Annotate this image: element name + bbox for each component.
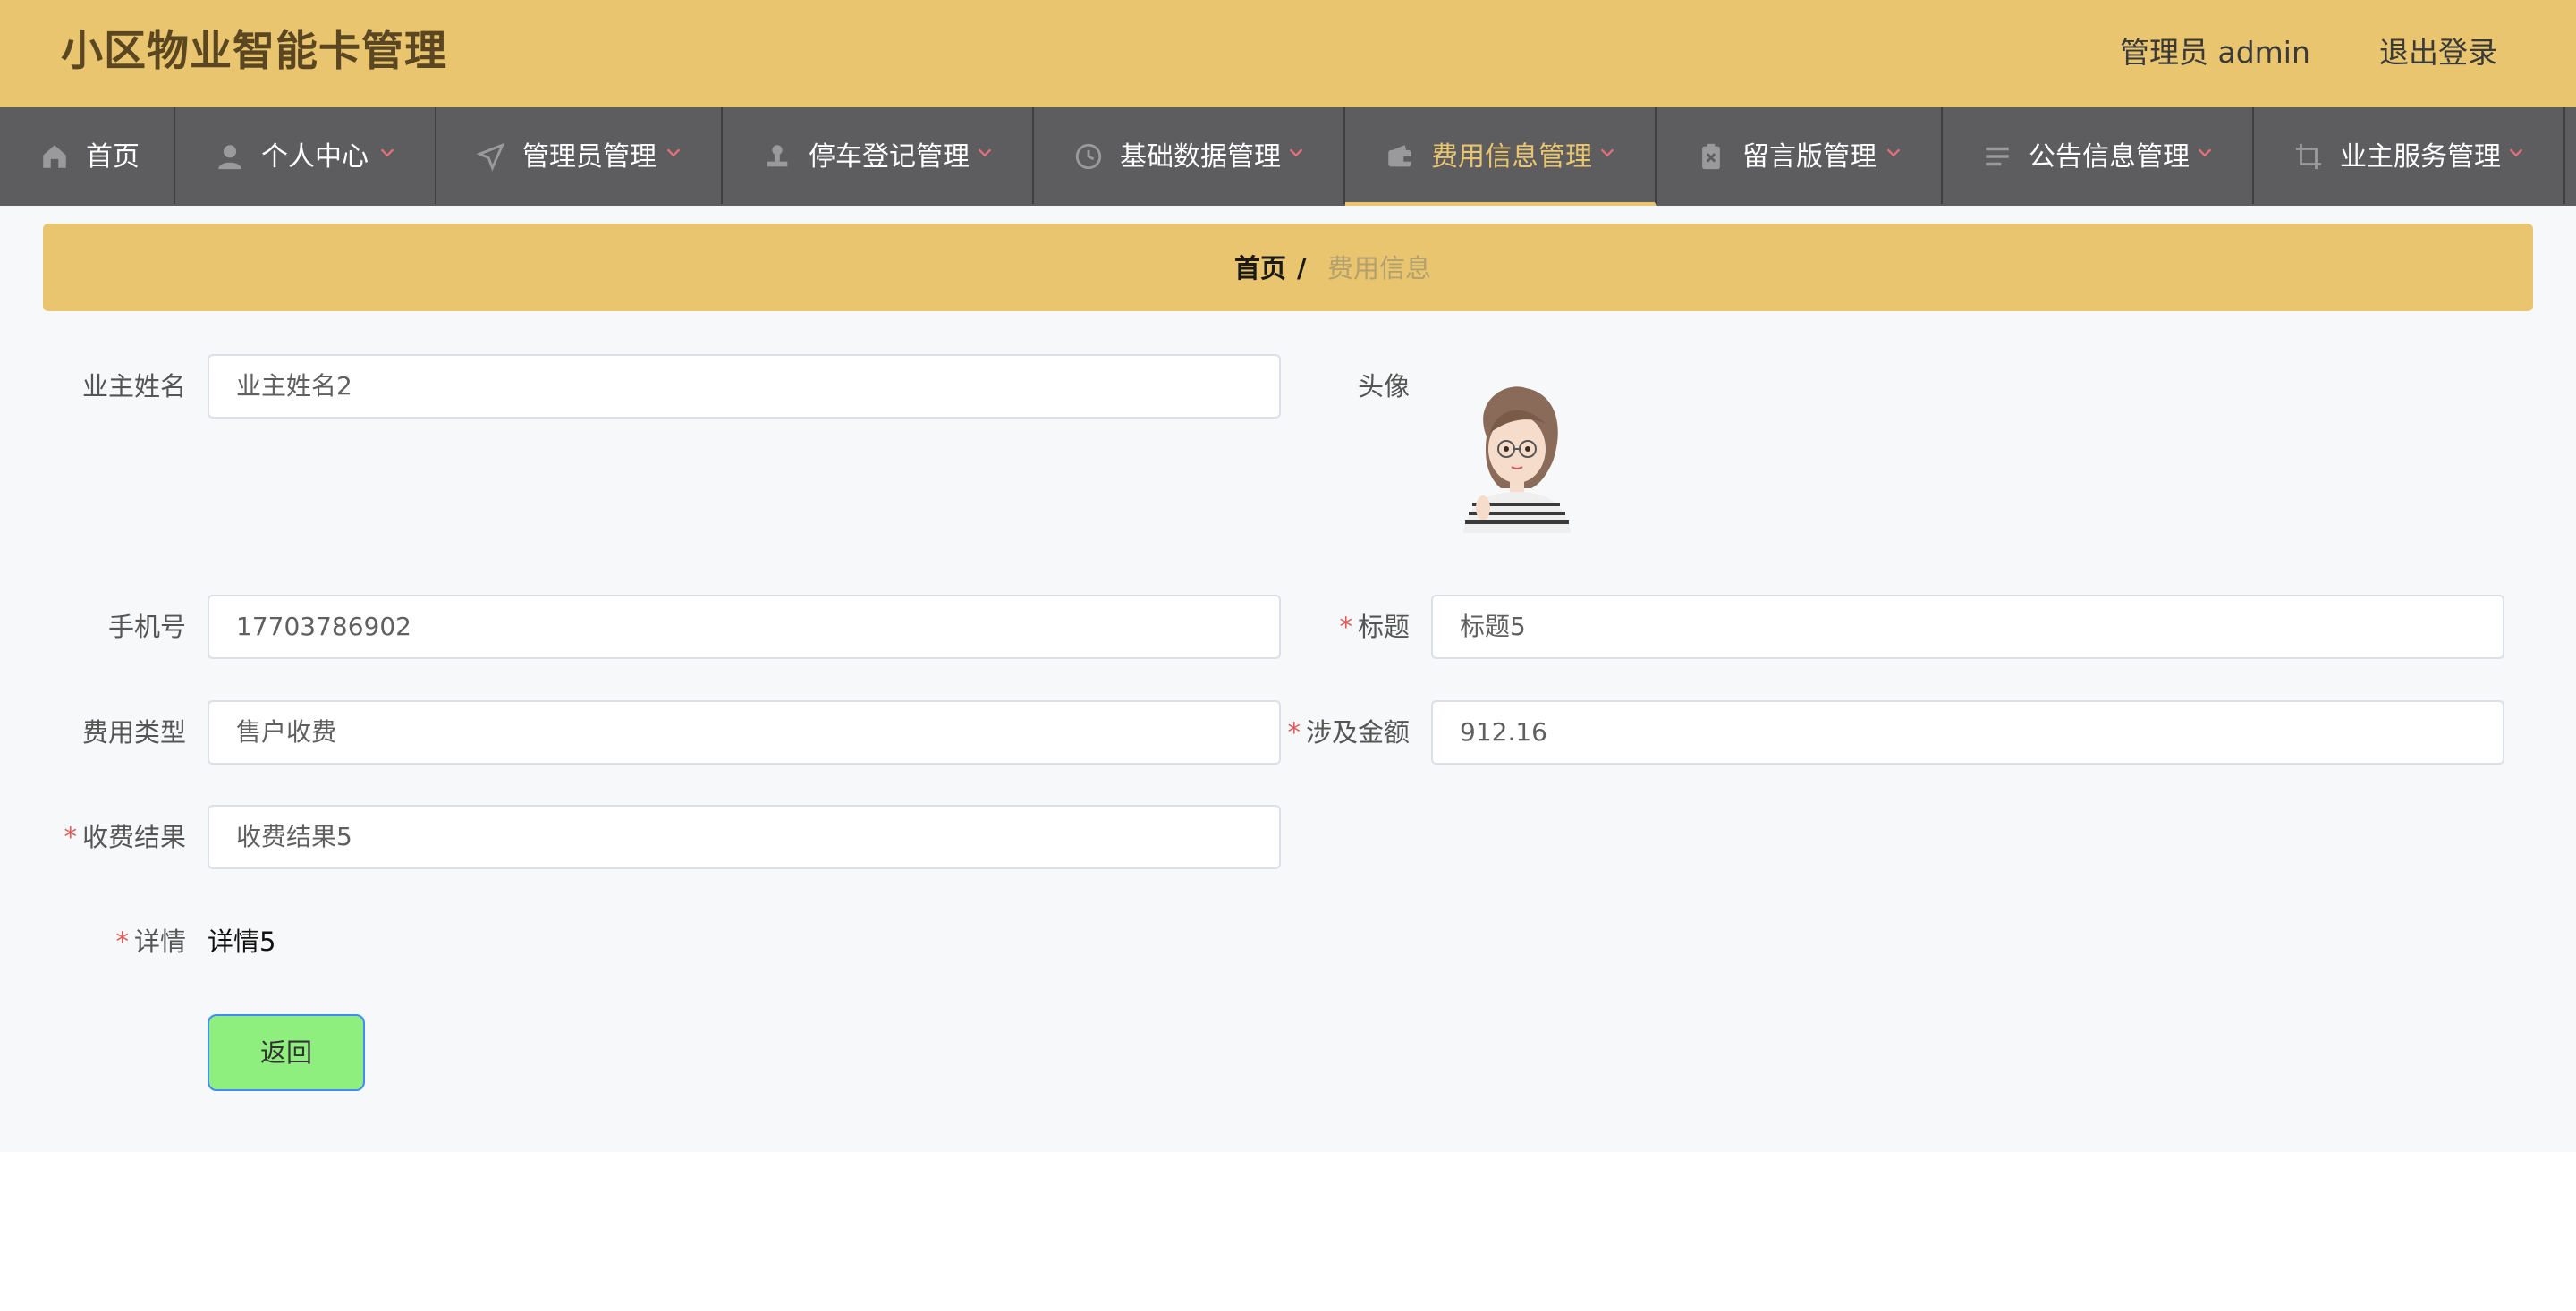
label-text: 头像 — [1357, 371, 1410, 402]
amount-label: * 涉及金额 — [1287, 715, 1410, 750]
avatar-label: 头像 — [1358, 368, 1410, 404]
result-label: * 收费结果 — [64, 819, 186, 855]
breadcrumb-separator: / — [1297, 253, 1307, 283]
detail-label: * 详情 — [115, 924, 186, 960]
result-field[interactable]: 收费结果5 — [208, 805, 1281, 869]
required-mark: * — [64, 822, 77, 852]
chevron-down-icon — [1886, 148, 1901, 157]
chevron-down-icon — [2198, 148, 2212, 157]
breadcrumb-current: 费用信息 — [1327, 253, 1432, 283]
nav-label: 基础数据管理 — [1120, 141, 1281, 173]
required-mark: * — [1287, 717, 1301, 748]
nav-item-announcements[interactable]: 公告信息管理 — [1943, 107, 2254, 204]
send-icon — [476, 142, 505, 172]
title-field[interactable]: 标题5 — [1431, 595, 2504, 659]
label-text: 收费结果 — [81, 822, 186, 852]
title-label: * 标题 — [1339, 609, 1410, 645]
nav-label: 留言版管理 — [1742, 141, 1877, 173]
current-user: 管理员 admin — [2120, 35, 2310, 70]
label-text: 详情 — [133, 926, 186, 957]
required-mark: * — [1339, 612, 1352, 642]
breadcrumb-home[interactable]: 首页 — [1234, 250, 1286, 286]
required-mark: * — [115, 926, 129, 957]
nav-label: 公告信息管理 — [2029, 141, 2190, 173]
nav-item-admin[interactable]: 管理员管理 — [436, 107, 723, 204]
phone-label: 手机号 — [108, 609, 186, 645]
label-text: 涉及金额 — [1305, 717, 1410, 748]
label-text: 手机号 — [107, 612, 186, 642]
chevron-down-icon — [2509, 148, 2523, 157]
fee-type-label: 费用类型 — [82, 715, 186, 750]
user-icon — [218, 145, 242, 170]
clock-icon — [1075, 143, 1102, 170]
main-nav: 首页 个人中心 管理员管理 停车登记管理 基础数据管理 费用信息管理 留言版管理… — [0, 107, 2576, 206]
label-text: 费用类型 — [81, 717, 186, 748]
nav-item-home[interactable]: 首页 — [0, 107, 175, 204]
chevron-down-icon — [380, 148, 394, 157]
back-button[interactable]: 返回 — [208, 1014, 365, 1091]
nav-item-basic-data[interactable]: 基础数据管理 — [1034, 107, 1345, 204]
label-text: 标题 — [1357, 612, 1410, 642]
nav-label: 费用信息管理 — [1431, 141, 1592, 173]
home-icon — [43, 145, 66, 168]
crop-icon — [2295, 143, 2322, 170]
app-header: 小区物业智能卡管理 管理员 admin 退出登录 — [0, 0, 2576, 107]
main-content: 首页 / 费用信息 业主姓名 业主姓名2 头像 手机号 17703786902 … — [0, 206, 2576, 1152]
nav-label: 首页 — [86, 141, 140, 173]
app-title: 小区物业智能卡管理 — [61, 27, 447, 76]
fee-type-field[interactable]: 售户收费 — [208, 700, 1281, 765]
chevron-down-icon — [978, 148, 992, 157]
nav-item-parking[interactable]: 停车登记管理 — [723, 107, 1034, 204]
nav-label: 管理员管理 — [522, 141, 657, 173]
nav-item-profile[interactable]: 个人中心 — [175, 107, 436, 204]
nav-item-owner-service[interactable]: 业主服务管理 — [2254, 107, 2565, 204]
stamp-icon — [767, 145, 788, 167]
nav-label: 业主服务管理 — [2340, 141, 2501, 173]
chevron-down-icon — [1600, 148, 1614, 157]
list-icon — [1986, 147, 2009, 166]
label-text: 业主姓名 — [81, 371, 186, 402]
detail-value: 详情5 — [208, 926, 276, 957]
avatar-image — [1463, 386, 1571, 533]
nav-item-message-board[interactable]: 留言版管理 — [1657, 107, 1943, 204]
phone-field[interactable]: 17703786902 — [208, 595, 1281, 659]
owner-name-field[interactable]: 业主姓名2 — [208, 354, 1281, 419]
logout-link[interactable]: 退出登录 — [2379, 30, 2497, 75]
nav-item-fee-info[interactable]: 费用信息管理 — [1345, 107, 1657, 206]
chevron-down-icon — [1289, 148, 1303, 157]
nav-label: 停车登记管理 — [809, 141, 970, 173]
amount-field[interactable]: 912.16 — [1431, 700, 2504, 765]
owner-name-label: 业主姓名 — [82, 368, 186, 404]
clipboard-x-icon — [1702, 143, 1720, 170]
nav-label: 个人中心 — [261, 141, 369, 173]
breadcrumb: 首页 / 费用信息 — [43, 224, 2533, 311]
wallet-icon — [1388, 145, 1411, 167]
chevron-down-icon — [666, 148, 681, 157]
